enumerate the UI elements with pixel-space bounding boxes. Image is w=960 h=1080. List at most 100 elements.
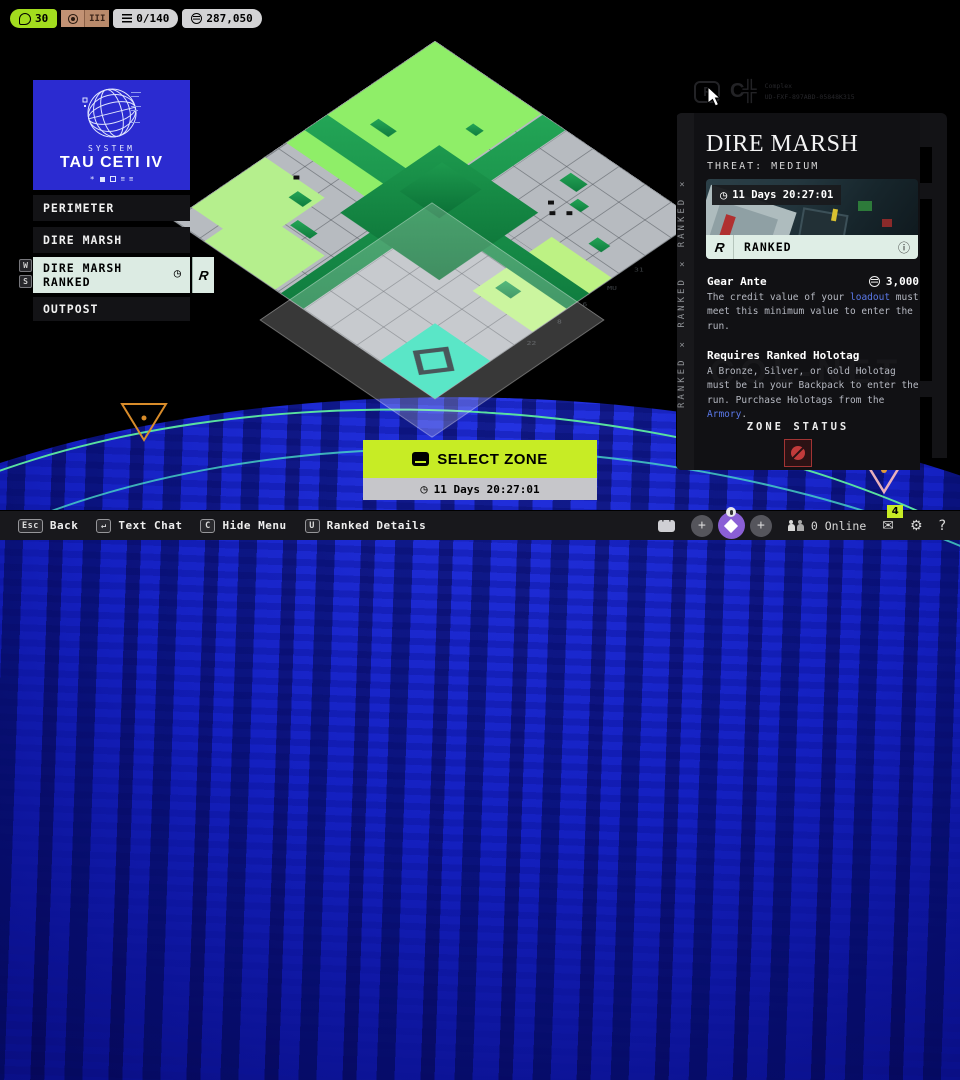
u-key-icon: U (305, 519, 320, 533)
ranked-ribbon: RANKED × RANKED × RANKED × (676, 113, 694, 470)
panel-rail-bridge (918, 381, 947, 397)
chat-bubble-icon[interactable] (658, 520, 675, 532)
map-structure (569, 199, 589, 213)
holotag-title: Requires Ranked Holotag (707, 349, 859, 362)
settings-button[interactable]: ⚙ (910, 518, 923, 534)
help-button[interactable]: ? (939, 518, 946, 534)
raider-icon (19, 13, 31, 25)
zone-item-label: DIRE MARSH (43, 261, 122, 275)
system-glyphs: * ≡ ≡ (90, 175, 133, 183)
select-zone-label: SELECT ZONE (437, 451, 548, 468)
zone-item-outpost[interactable]: OUTPOST (33, 297, 190, 321)
zone-status-label: ZONE STATUS (676, 421, 920, 433)
voice-chat-button[interactable] (718, 512, 745, 539)
quest-counter: 0/140 (136, 12, 169, 25)
photo-deco (882, 219, 892, 227)
zone-item-label: PERIMETER (43, 201, 114, 215)
info-icon[interactable]: ⓘ (898, 239, 918, 256)
zone-item-label: DIRE MARSH (43, 233, 122, 247)
globe-wireframe-icon (81, 84, 143, 142)
desc-text: The credit value of your (707, 292, 850, 303)
credits-badge[interactable]: 287,050 (182, 9, 261, 28)
text-chat-button[interactable]: ↵ Text Chat (96, 519, 182, 533)
ranked-tag: R (192, 257, 214, 293)
zone-item-label: OUTPOST (43, 302, 98, 316)
zone-timer: 11 Days 20:27:01 (732, 189, 833, 201)
holotag-description: A Bronze, Silver, or Gold Holotag must b… (707, 365, 920, 422)
zone-item-dire-marsh[interactable]: DIRE MARSH (33, 227, 190, 253)
map-marker (548, 201, 554, 205)
back-button[interactable]: Esc Back (18, 519, 78, 533)
player-level-badge[interactable]: 30 (10, 9, 57, 28)
ranked-icon: R (714, 240, 725, 255)
system-card: SYSTEM TAU CETI IV * ≡ ≡ (33, 80, 190, 190)
select-zone-widget: SELECT ZONE ◷ 11 Days 20:27:01 (363, 440, 597, 500)
ranked-bar: R RANKED ⓘ (706, 235, 918, 259)
system-eyebrow: SYSTEM (88, 144, 135, 153)
ranked-details-button[interactable]: U Ranked Details (305, 519, 427, 533)
hide-menu-label: Hide Menu (222, 519, 286, 532)
gear-ante-description: The credit value of your loadout must me… (707, 291, 920, 334)
gear-ante-label: Gear Ante (707, 275, 767, 288)
volume-plus-button[interactable]: + (750, 515, 772, 537)
map-marker (549, 211, 555, 215)
volume-minus-button[interactable]: + (691, 515, 713, 537)
gear-ante-row: Gear Ante 3,000 (707, 275, 919, 288)
select-zone-timer: ◷ 11 Days 20:27:01 (363, 478, 597, 500)
hide-menu-button[interactable]: C Hide Menu (200, 519, 286, 533)
panel-rail-bridge (918, 183, 947, 199)
desc-text: . (741, 409, 747, 420)
ranked-icon: R (198, 268, 209, 283)
zone-item-dire-marsh-ranked[interactable]: DIRE MARSH RANKED ◷ (33, 257, 190, 293)
bottom-bar: Esc Back ↵ Text Chat C Hide Menu U Ranke… (0, 510, 960, 540)
online-count: 0 Online (811, 519, 866, 533)
esc-key-icon: Esc (18, 519, 43, 533)
loadout-link[interactable]: loadout (850, 292, 890, 303)
clock-icon: ◷ (720, 189, 727, 201)
ranked-icon-box: R (706, 235, 734, 259)
mic-icon (726, 507, 736, 517)
select-zone-button[interactable]: SELECT ZONE (363, 440, 597, 478)
zone-item-label: RANKED (43, 275, 91, 289)
zone-status-closed-icon[interactable] (784, 439, 812, 467)
panel-rail-bridge (918, 113, 947, 147)
credits-value: 287,050 (206, 12, 252, 25)
map-structure (588, 237, 610, 252)
key-hint-up: W (19, 259, 32, 272)
rank-dot-icon (61, 10, 85, 27)
header-serial-block: Complex UD-FXF-897ABD-05848K315 (765, 81, 855, 102)
complex-logo-icon: C╬ (730, 80, 755, 103)
mail-badge: 4 (887, 505, 903, 518)
credits-icon (191, 13, 202, 24)
gear-ante-value: 3,000 (886, 275, 919, 288)
zone-item-perimeter[interactable]: PERIMETER (33, 195, 190, 221)
map-grid-label: 31 (634, 267, 644, 273)
map-marker (566, 211, 572, 215)
armory-link[interactable]: Armory (707, 409, 741, 420)
quest-counter-badge[interactable]: 0/140 (113, 9, 178, 28)
enter-key-icon: ↵ (96, 519, 111, 533)
rank-tier-widget[interactable]: III (61, 9, 109, 28)
mail-button[interactable]: ✉ 4 (882, 518, 894, 534)
arc-logo-icon (724, 518, 738, 532)
no-entry-icon (791, 446, 805, 460)
spectators-icon (788, 520, 804, 531)
panel-title: DIRE MARSH (706, 131, 858, 158)
map-marker (293, 176, 299, 180)
enter-key-icon (412, 452, 429, 466)
rank-tier: III (85, 10, 109, 27)
list-icon (122, 14, 132, 23)
brand-name: Complex (765, 81, 855, 91)
map-structure (559, 173, 587, 192)
online-status: 0 Online (788, 519, 866, 533)
map-grid-label: MU (607, 285, 617, 291)
clock-icon: ◷ (420, 483, 427, 495)
timer-value: 11 Days 20:27:01 (434, 483, 540, 496)
back-label: Back (50, 519, 79, 532)
photo-deco (858, 201, 872, 211)
ranked-details-label: Ranked Details (327, 519, 427, 532)
threat-level: THREAT: MEDIUM (707, 161, 819, 172)
key-hint-down: S (19, 275, 32, 288)
panel-right-rail (932, 128, 947, 458)
beacon-triangle-left (118, 400, 170, 444)
